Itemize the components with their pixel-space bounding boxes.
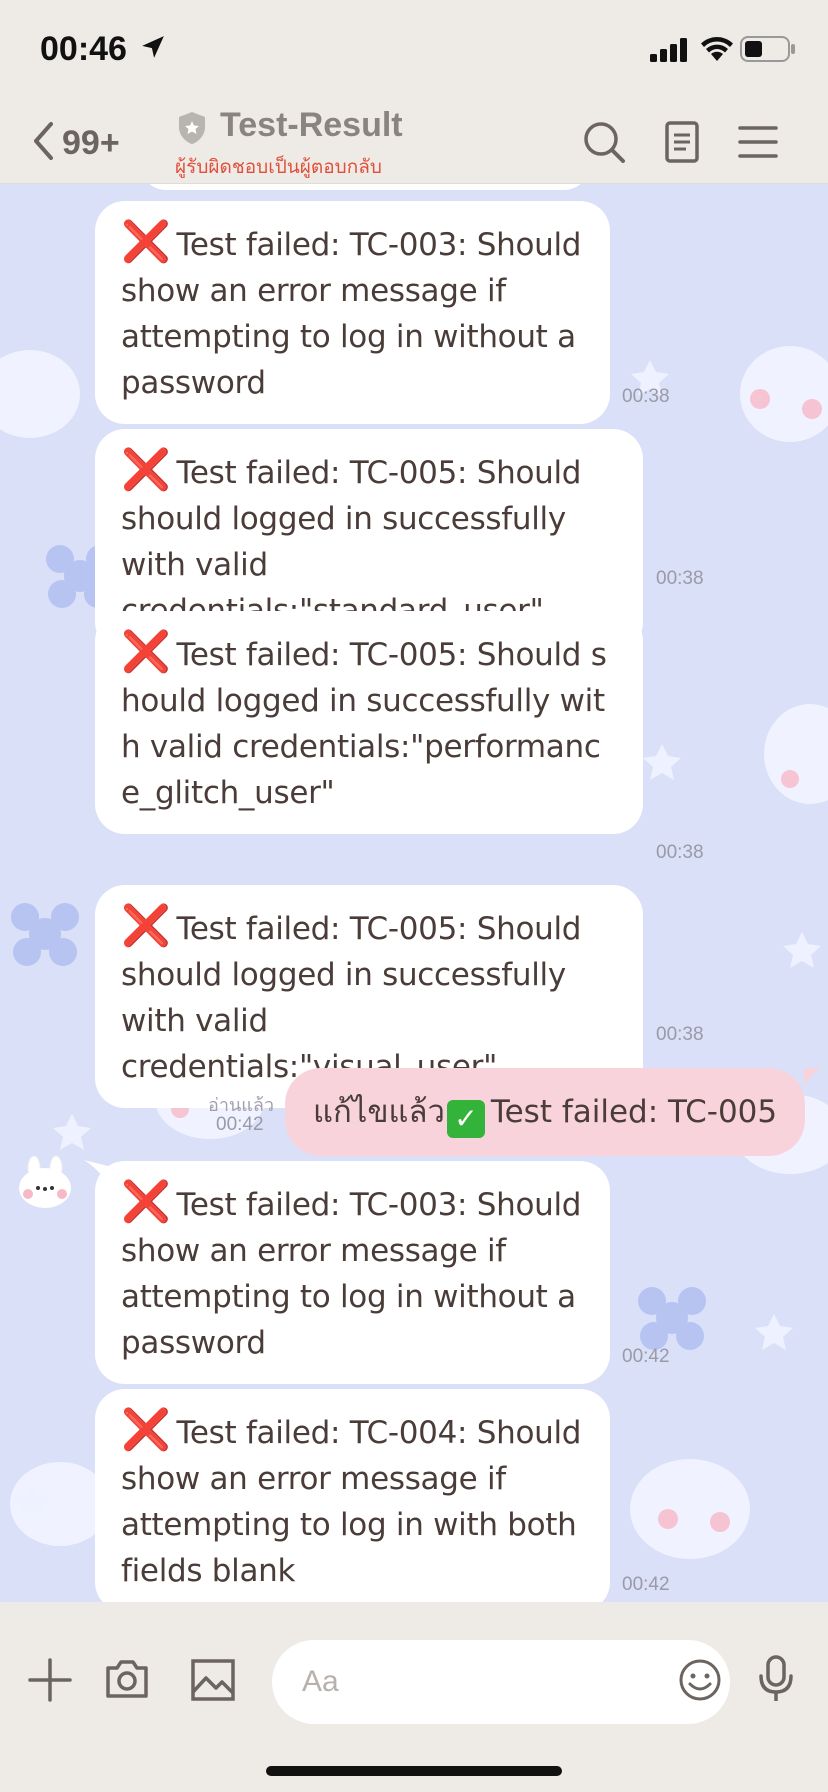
search-icon[interactable]: [582, 120, 626, 164]
message-text: Test failed: TC-005: Should should logge…: [121, 637, 607, 811]
message-text: Test failed: TC-004: Should show an erro…: [121, 1415, 582, 1589]
cross-mark-icon: ❌: [121, 1179, 171, 1225]
message-bubble[interactable]: ❌ Test failed: TC-005: Should should logg…: [95, 611, 643, 834]
cross-mark-icon: ❌: [121, 1407, 171, 1453]
message-input-placeholder: Aa: [302, 1665, 339, 1698]
message-text: Test failed: TC-003: Should show an erro…: [121, 1187, 582, 1361]
message-text: Test failed: TC-003: Should show an erro…: [121, 227, 582, 401]
sent-message-prefix: แก้ไขแล้ว: [313, 1094, 445, 1130]
partial-message-bubble: [140, 184, 590, 190]
message-time: 00:38: [622, 386, 670, 407]
sent-message-bubble[interactable]: แก้ไขแล้ว ✓ Test failed: TC-005: [285, 1068, 806, 1156]
wifi-icon: [700, 34, 734, 66]
battery-icon: [740, 36, 796, 66]
cross-mark-icon: ❌: [121, 447, 171, 493]
message-input[interactable]: Aa: [272, 1640, 730, 1724]
message-bubble[interactable]: ❌ Test failed: TC-004: Should show an err…: [95, 1389, 610, 1602]
message-text: Test failed: TC-005: Should should logge…: [121, 911, 582, 1085]
check-mark-icon: ✓: [446, 1100, 485, 1138]
camera-icon[interactable]: [104, 1656, 150, 1706]
shield-icon: [176, 110, 208, 150]
message-time: 00:42: [622, 1346, 670, 1367]
notes-icon[interactable]: [660, 120, 704, 164]
message-bubble[interactable]: ❌ Test failed: TC-003: Should show an err…: [95, 1161, 610, 1384]
sent-message-text: Test failed: TC-005: [490, 1094, 778, 1130]
emoji-icon[interactable]: [678, 1658, 722, 1706]
plus-icon[interactable]: [28, 1658, 72, 1706]
cellular-signal-icon: [650, 38, 690, 66]
home-indicator[interactable]: [266, 1766, 562, 1776]
message-time: 00:42: [622, 1574, 670, 1595]
input-bar: Aa: [0, 1602, 828, 1792]
cross-mark-icon: ❌: [121, 629, 171, 675]
message-text: Test failed: TC-005: Should should logge…: [121, 455, 582, 629]
unread-count: 99+: [62, 123, 120, 162]
chat-subtitle: ผู้รับผิดชอบเป็นผู้ตอบกลับ: [175, 156, 382, 178]
message-bubble[interactable]: ❌ Test failed: TC-003: Should show an err…: [95, 201, 610, 424]
cross-mark-icon: ❌: [121, 219, 171, 265]
menu-icon[interactable]: [736, 120, 780, 164]
microphone-icon[interactable]: [756, 1654, 796, 1708]
message-time: 00:42: [216, 1114, 264, 1135]
status-bar: 00:46: [0, 0, 828, 100]
image-icon[interactable]: [190, 1658, 236, 1706]
message-time: 00:38: [656, 568, 704, 589]
message-time: 00:38: [656, 1024, 704, 1045]
chat-area[interactable]: ❌ Test failed: TC-003: Should show an err…: [0, 184, 828, 1602]
message-time: 00:38: [656, 842, 704, 863]
chat-header: 99+ Test-Result ผู้รับผิดชอบเป็นผู้ตอบกล…: [0, 100, 828, 184]
chevron-left-icon: [32, 121, 54, 165]
chat-title[interactable]: Test-Result: [220, 106, 403, 145]
avatar[interactable]: [18, 1154, 74, 1210]
back-button[interactable]: 99+: [32, 120, 142, 166]
status-time: 00:46: [40, 30, 127, 68]
sent-bubble-tail: [804, 1068, 820, 1086]
cross-mark-icon: ❌: [121, 903, 171, 949]
location-arrow-icon: [140, 34, 166, 64]
